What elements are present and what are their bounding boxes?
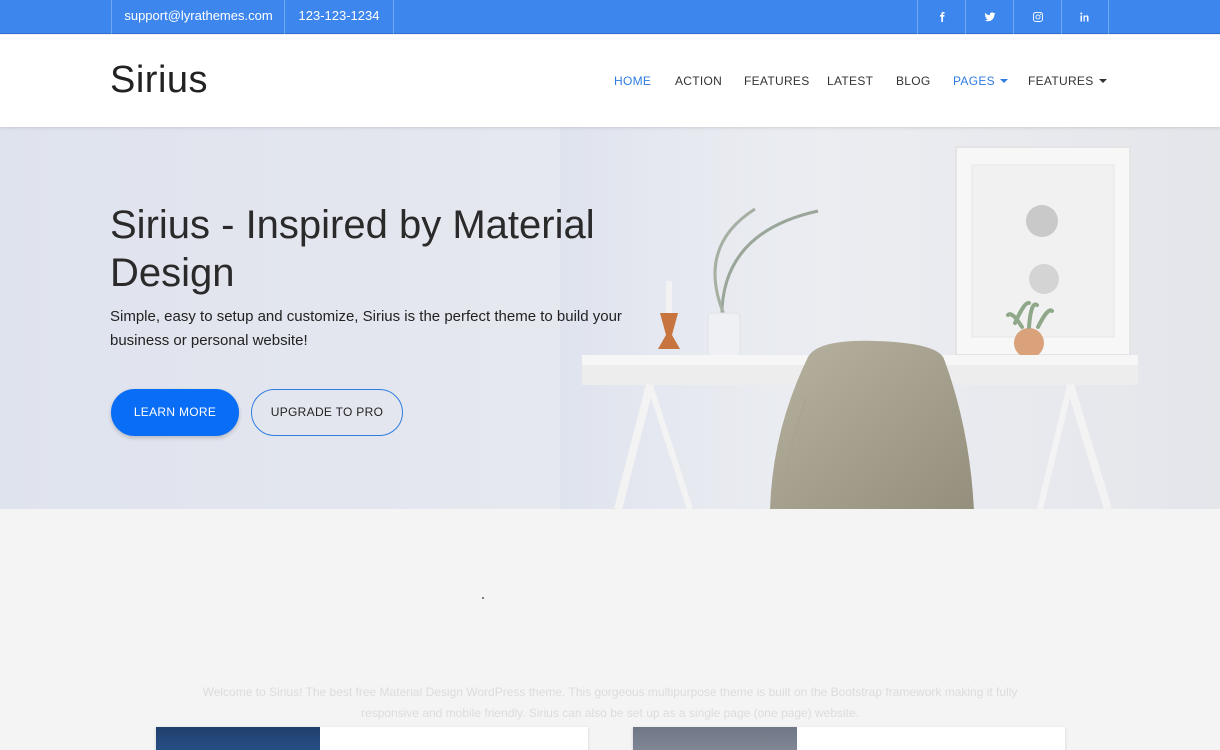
support-email-link[interactable]: support@lyrathemes.com bbox=[111, 0, 285, 34]
nav-item-action[interactable]: ACTION bbox=[675, 74, 722, 88]
chevron-down-icon bbox=[1098, 78, 1107, 83]
hero-subtitle: Simple, easy to setup and customize, Sir… bbox=[110, 308, 622, 349]
top-bar: support@lyrathemes.com 123-123-1234 bbox=[0, 0, 1220, 34]
twitter-icon[interactable] bbox=[965, 0, 1013, 34]
feature-card[interactable] bbox=[156, 727, 588, 750]
feature-card[interactable] bbox=[633, 727, 1065, 750]
site-logo[interactable]: Sirius bbox=[110, 59, 208, 102]
nav-item-features-dropdown[interactable]: FEATURES bbox=[1028, 74, 1107, 88]
nav-item-home[interactable]: HOME bbox=[614, 74, 651, 88]
facebook-icon[interactable] bbox=[917, 0, 965, 34]
nav-item-pages[interactable]: PAGES bbox=[953, 74, 1008, 88]
upgrade-to-pro-button[interactable]: UPGRADE TO PRO bbox=[251, 389, 403, 436]
site-header: Sirius HOME ACTION FEATURES LATEST BLOG … bbox=[0, 35, 1220, 127]
hero-desk-illustration bbox=[560, 127, 1220, 509]
card-thumbnail bbox=[156, 727, 320, 750]
intro-text: Welcome to Sirius! The best free Materia… bbox=[202, 685, 1018, 720]
chevron-down-icon bbox=[999, 78, 1008, 83]
nav-item-features-dropdown-label: FEATURES bbox=[1028, 74, 1094, 88]
learn-more-button[interactable]: LEARN MORE bbox=[111, 389, 239, 436]
hero-section: Sirius - Inspired by Material Design Sim… bbox=[0, 127, 1220, 509]
nav-item-features[interactable]: FEATURES bbox=[744, 74, 810, 88]
hero-title: Sirius - Inspired by Material Design bbox=[110, 203, 595, 295]
nav-item-pages-label: PAGES bbox=[953, 74, 995, 88]
linkedin-icon[interactable] bbox=[1061, 0, 1109, 34]
nav-item-blog[interactable]: BLOG bbox=[896, 74, 931, 88]
loading-dot bbox=[482, 597, 484, 599]
card-thumbnail bbox=[633, 727, 797, 750]
phone-number-link[interactable]: 123-123-1234 bbox=[284, 0, 394, 34]
instagram-icon[interactable] bbox=[1013, 0, 1061, 34]
nav-item-latest[interactable]: LATEST bbox=[827, 74, 873, 88]
